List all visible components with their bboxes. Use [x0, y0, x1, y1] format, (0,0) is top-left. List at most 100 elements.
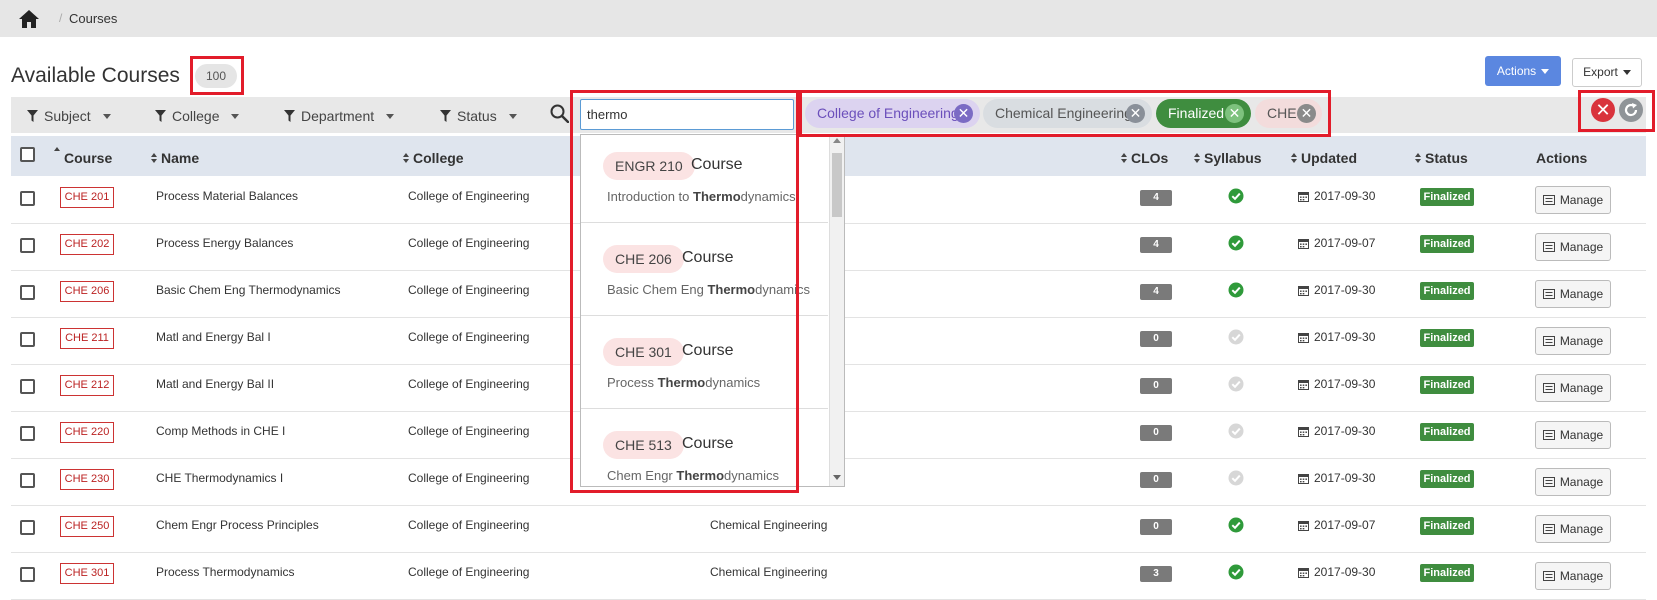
manage-button[interactable]: Manage: [1535, 186, 1611, 214]
manage-button-label: Manage: [1559, 193, 1604, 207]
course-code[interactable]: CHE 212: [60, 375, 114, 396]
status-badge: Finalized: [1420, 423, 1474, 441]
updated-date-label: 2017-09-07: [1314, 236, 1376, 250]
remove-chip-icon[interactable]: ✕: [1225, 104, 1244, 123]
manage-button-label: Manage: [1559, 522, 1604, 536]
subject-filter-button[interactable]: Subject: [27, 108, 111, 124]
course-code[interactable]: CHE 301: [60, 563, 114, 584]
remove-chip-icon[interactable]: ✕: [1126, 104, 1145, 123]
updated-date-label: 2017-09-30: [1314, 283, 1376, 297]
manage-button[interactable]: Manage: [1535, 421, 1611, 449]
clo-count-badge: 4: [1140, 237, 1172, 253]
course-department: Chemical Engineering: [710, 565, 828, 579]
suggestion-item[interactable]: CHE 301 Course Process Thermodynamics: [581, 316, 828, 409]
calendar-icon: [1298, 191, 1309, 202]
row-checkbox[interactable]: [20, 520, 35, 535]
list-icon: [1542, 242, 1555, 252]
updated-date-label: 2017-09-30: [1314, 189, 1376, 203]
calendar-icon: [1298, 285, 1309, 296]
course-code[interactable]: CHE 250: [60, 516, 114, 537]
course-college: College of Engineering: [408, 471, 530, 485]
column-header-actions-label: Actions: [1536, 150, 1588, 166]
manage-button[interactable]: Manage: [1535, 468, 1611, 496]
calendar-icon: [1298, 567, 1309, 578]
suggestion-code: CHE 301: [603, 338, 684, 366]
updated-date: 2017-09-30: [1298, 377, 1375, 391]
suggestion-item[interactable]: ENGR 210 Course Introduction to Thermodyna…: [581, 135, 828, 223]
row-checkbox[interactable]: [20, 426, 35, 441]
remove-chip-icon[interactable]: ✕: [1297, 104, 1316, 123]
manage-button[interactable]: Manage: [1535, 562, 1611, 590]
course-code[interactable]: CHE 201: [60, 187, 114, 208]
actions-button[interactable]: Actions: [1485, 56, 1561, 86]
filter-chip-status: Finalized ✕: [1156, 99, 1251, 128]
column-header-clos[interactable]: CLOs: [1121, 150, 1168, 166]
manage-button[interactable]: Manage: [1535, 374, 1611, 402]
department-filter-button[interactable]: Department: [284, 108, 395, 124]
suggestion-match-highlight: Thermo: [657, 375, 706, 390]
home-icon[interactable]: [18, 9, 40, 29]
clo-count-badge: 0: [1140, 425, 1172, 441]
course-college: College of Engineering: [408, 330, 530, 344]
list-icon: [1542, 430, 1555, 440]
suggestion-text-suffix: dynamics: [740, 189, 796, 204]
scroll-down-icon[interactable]: [833, 475, 841, 480]
export-button[interactable]: Export: [1572, 58, 1642, 87]
sort-asc-icon: [54, 147, 60, 157]
refresh-button[interactable]: [1619, 98, 1643, 122]
manage-button[interactable]: Manage: [1535, 515, 1611, 543]
column-header-updated[interactable]: Updated: [1291, 150, 1357, 166]
column-header-updated-label: Updated: [1301, 150, 1357, 166]
manage-button[interactable]: Manage: [1535, 327, 1611, 355]
row-checkbox[interactable]: [20, 567, 35, 582]
search-input[interactable]: [580, 99, 794, 130]
refresh-icon: [1624, 103, 1638, 117]
course-college: College of Engineering: [408, 424, 530, 438]
suggestion-item[interactable]: CHE 513 Course Chem Engr Thermodynamics: [581, 409, 828, 486]
course-code[interactable]: CHE 202: [60, 234, 114, 255]
sort-icon: [151, 153, 157, 163]
search-suggestions-dropdown: ENGR 210 Course Introduction to Thermodyna…: [580, 134, 845, 487]
column-header-syllabus[interactable]: Syllabus: [1194, 150, 1262, 166]
suggestion-type: Course: [682, 249, 734, 266]
row-checkbox[interactable]: [20, 191, 35, 206]
suggestion-code: CHE 206: [603, 245, 684, 273]
table-row: CHE 301 Process Thermodynamics College of …: [11, 553, 1646, 600]
calendar-icon: [1298, 426, 1309, 437]
row-checkbox[interactable]: [20, 238, 35, 253]
suggestion-item[interactable]: CHE 206 Course Basic Chem Eng Thermodynami…: [581, 223, 828, 316]
course-college: College of Engineering: [408, 518, 530, 532]
row-checkbox[interactable]: [20, 332, 35, 347]
breadcrumb: / Courses: [0, 0, 1657, 37]
suggestion-text-prefix: Introduction to: [607, 189, 693, 204]
college-filter-button[interactable]: College: [155, 108, 240, 124]
column-header-name[interactable]: Name: [151, 150, 199, 166]
suggestion-text-prefix: Chem Engr: [607, 468, 677, 483]
course-code[interactable]: CHE 211: [60, 328, 114, 349]
scroll-up-icon[interactable]: [833, 138, 841, 143]
column-header-college[interactable]: College: [403, 150, 464, 166]
row-checkbox[interactable]: [20, 379, 35, 394]
manage-button[interactable]: Manage: [1535, 280, 1611, 308]
course-code[interactable]: CHE 206: [60, 281, 114, 302]
list-icon: [1542, 571, 1555, 581]
status-filter-button[interactable]: Status: [440, 108, 517, 124]
course-college: College of Engineering: [408, 236, 530, 250]
column-header-course[interactable]: Course: [54, 147, 112, 166]
select-all-checkbox[interactable]: [20, 147, 35, 162]
list-icon: [1542, 195, 1555, 205]
row-checkbox[interactable]: [20, 473, 35, 488]
clear-filters-button[interactable]: ✕: [1591, 98, 1615, 122]
sort-icon: [1194, 153, 1200, 163]
course-code[interactable]: CHE 230: [60, 469, 114, 490]
course-code[interactable]: CHE 220: [60, 422, 114, 443]
dropdown-scrollbar-thumb[interactable]: [832, 153, 842, 217]
column-header-status[interactable]: Status: [1415, 150, 1468, 166]
manage-button[interactable]: Manage: [1535, 233, 1611, 261]
clo-count-badge: 4: [1140, 190, 1172, 206]
manage-button-label: Manage: [1559, 475, 1604, 489]
course-department: Chemical Engineering: [710, 518, 828, 532]
remove-chip-icon[interactable]: ✕: [954, 104, 973, 123]
updated-date-label: 2017-09-30: [1314, 330, 1376, 344]
row-checkbox[interactable]: [20, 285, 35, 300]
